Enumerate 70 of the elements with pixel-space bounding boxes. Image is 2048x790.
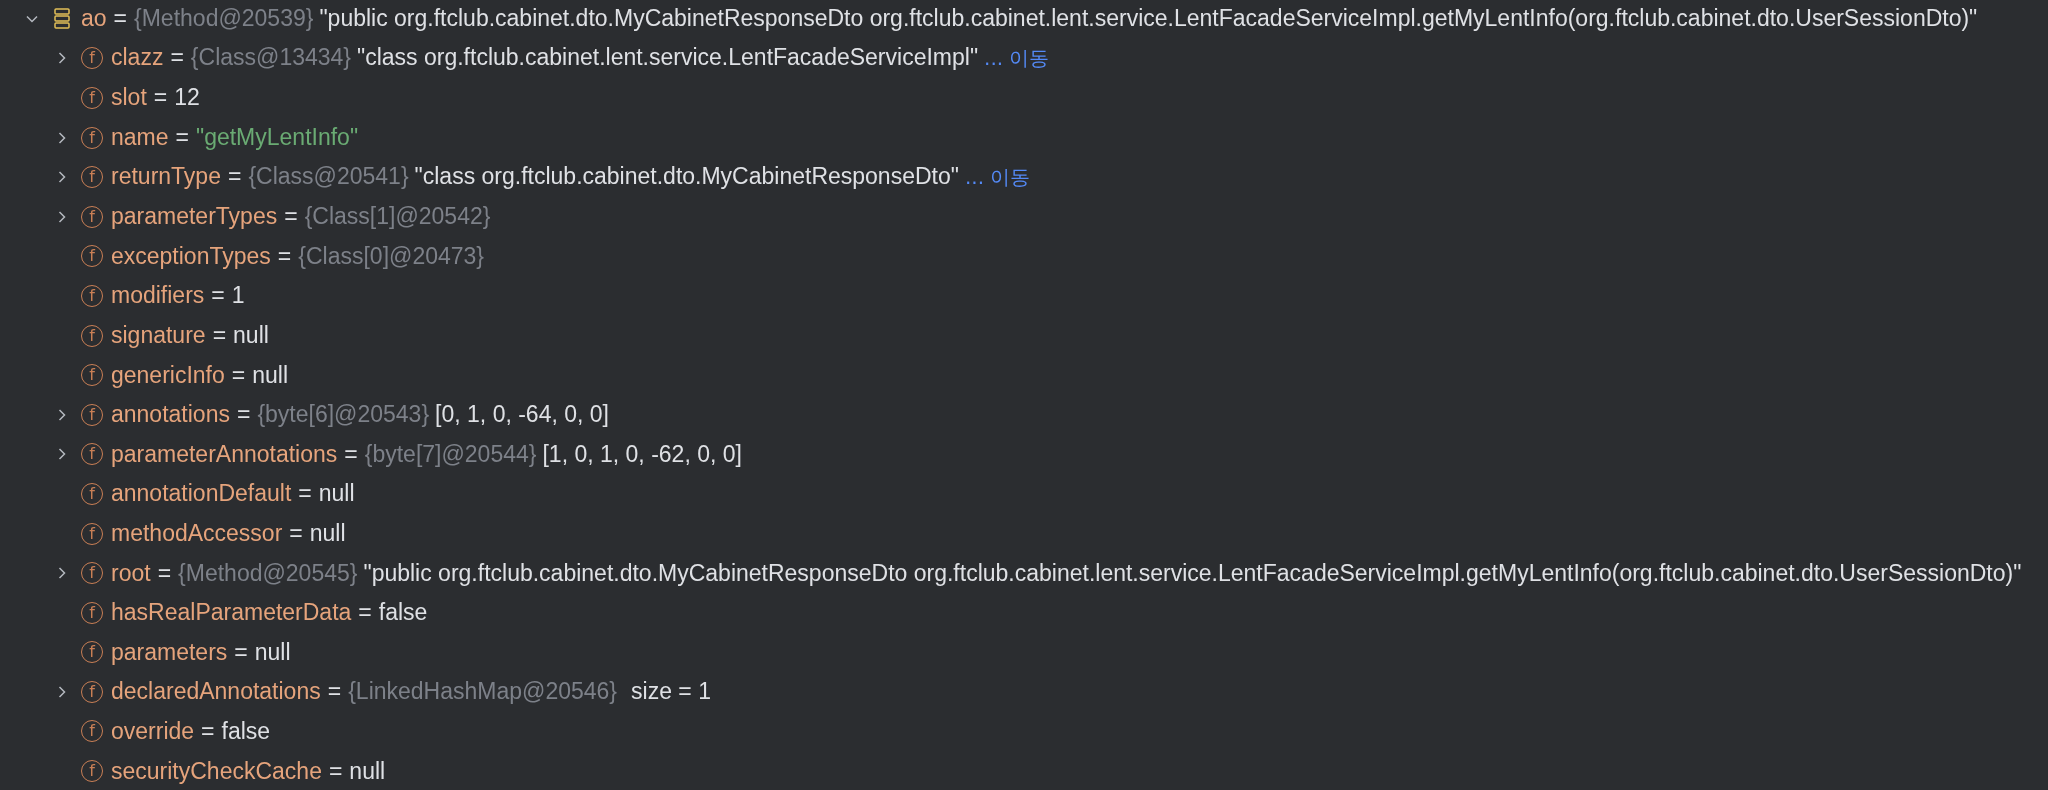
variable-name: declaredAnnotations	[111, 678, 321, 706]
object-reference: {Class@20541}	[248, 163, 409, 191]
variable-name: methodAccessor	[111, 520, 283, 547]
variable-value: null	[254, 638, 291, 666]
equals-sign: =	[236, 401, 251, 429]
equals-sign: =	[289, 520, 303, 547]
navigate-link[interactable]: ... 이동	[984, 45, 1050, 73]
variable-value: null	[233, 322, 269, 350]
variable-value: false	[221, 718, 271, 745]
equals-sign: =	[170, 44, 184, 72]
variable-value: "class org.ftclub.cabinet.dto.MyCabinetResponseDto"	[414, 163, 959, 191]
variable-name: ao	[81, 5, 107, 33]
equals-sign: =	[211, 282, 225, 310]
equals-sign: =	[234, 638, 248, 666]
variable-name: name	[111, 124, 169, 152]
object-reference: {Class[0]@20473}	[298, 242, 485, 270]
variable-name: securityCheckCache	[111, 757, 322, 785]
variable-name: hasRealParameterData	[111, 599, 352, 627]
variable-name: parameterTypes	[111, 203, 278, 231]
variable-value: [0, 1, 0, -64, 0, 0]	[435, 401, 609, 429]
variable-name: root	[111, 559, 151, 587]
equals-sign: =	[327, 678, 342, 706]
variable-name: exceptionTypes	[111, 242, 271, 270]
variable-value: "public org.ftclub.cabinet.dto.MyCabinetResponseDto org.ftclub.cabinet.lent.service.LentFacadeServiceImpl.getMyLentInfo(org.ftclub.cabinet.dto.UserSessionDto)"	[363, 559, 2022, 587]
equals-sign: =	[284, 203, 298, 231]
variable-value: "public org.ftclub.cabinet.dto.MyCabinetResponseDto org.ftclub.cabinet.lent.service.LentFacadeServiceImpl.getMyLentInfo(org.ftclub.cabinet.dto.UserSessionDto)"	[319, 5, 1978, 33]
object-reference: {byte[7]@20544}	[364, 440, 537, 468]
equals-sign: =	[231, 361, 246, 389]
variable-name: genericInfo	[111, 361, 225, 389]
variable-name: annotations	[111, 401, 230, 429]
stacked-bars-icon	[54, 7, 70, 30]
variable-value: 1	[231, 282, 245, 310]
variable-value: 12	[174, 84, 200, 112]
variable-name: override	[111, 718, 195, 745]
equals-sign: =	[328, 757, 343, 785]
equals-sign: =	[212, 322, 227, 350]
equals-sign: =	[277, 242, 292, 270]
variable-value: "class org.ftclub.cabinet.lent.service.LentFacadeServiceImpl"	[357, 44, 979, 72]
equals-sign: =	[113, 5, 128, 33]
variable-name: clazz	[111, 44, 164, 72]
variable-value: size = 1	[631, 678, 711, 706]
variable-value: null	[349, 757, 386, 785]
equals-sign: =	[358, 599, 372, 627]
variable-value: null	[318, 480, 355, 508]
variable-name: returnType	[111, 163, 221, 191]
equals-sign: =	[153, 84, 168, 112]
object-reference: {Class@13434}	[190, 44, 352, 72]
variable-name: parameters	[111, 638, 228, 666]
equals-sign: =	[298, 480, 312, 508]
variable-value: null	[252, 361, 289, 389]
object-reference: {byte[6]@20543}	[257, 401, 430, 429]
equals-sign: =	[175, 124, 189, 152]
variable-name: slot	[111, 84, 147, 112]
variable-name: signature	[111, 322, 206, 350]
variable-name: annotationDefault	[111, 480, 292, 508]
navigate-link[interactable]: ... 이동	[964, 164, 1031, 192]
variable-value: false	[378, 599, 428, 627]
object-reference: {Method@20545}	[178, 559, 358, 587]
object-reference: {Class[1]@20542}	[304, 203, 491, 231]
variable-value: null	[309, 520, 346, 547]
equals-sign: =	[344, 440, 358, 468]
object-reference: {LinkedHashMap@20546}	[348, 678, 618, 706]
equals-sign: =	[201, 718, 215, 745]
variable-name: parameterAnnotations	[111, 440, 338, 468]
equals-sign: =	[157, 559, 172, 587]
variable-name: modifiers	[111, 282, 205, 310]
variable-value: [1, 0, 1, 0, -62, 0, 0]	[542, 440, 742, 468]
object-reference: {Method@20539}	[134, 5, 314, 33]
variable-value: "getMyLentInfo"	[196, 124, 359, 152]
equals-sign: =	[227, 163, 242, 191]
